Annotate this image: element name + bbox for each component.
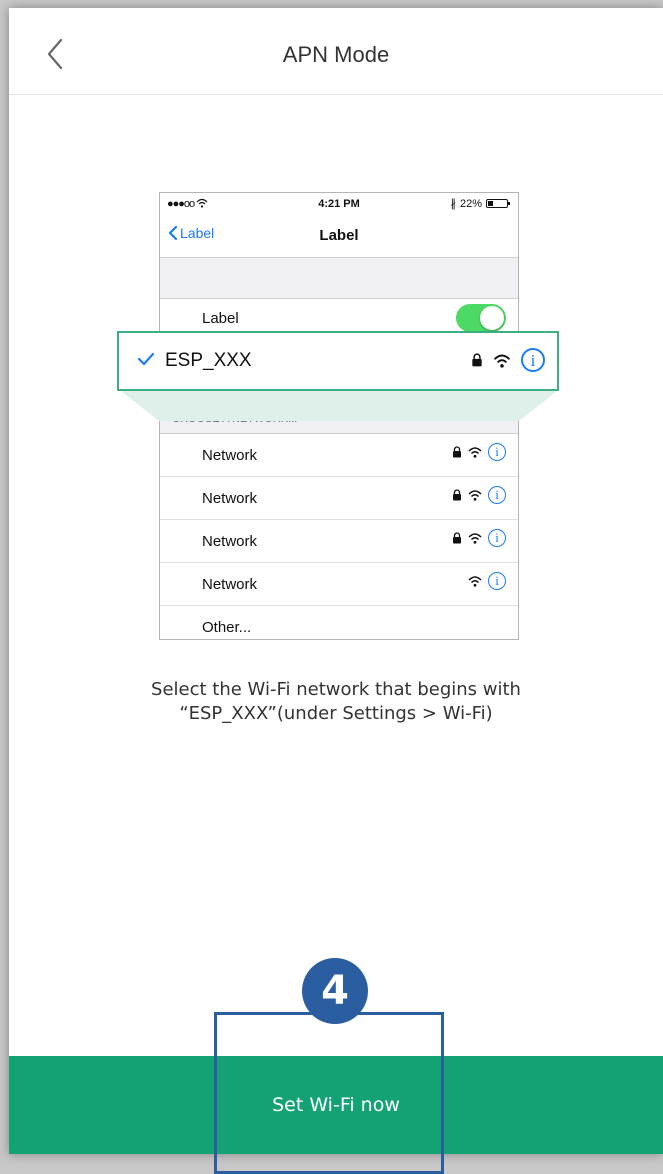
- network-row: Network i: [160, 520, 518, 563]
- wifi-icon: [468, 576, 482, 587]
- phone-status-bar: ●●●oo 4:21 PM ∦ 22%: [160, 193, 518, 215]
- toggle-label: Label: [202, 310, 239, 327]
- wifi-icon: [468, 533, 482, 544]
- bluetooth-icon: ∦: [450, 198, 456, 210]
- selected-network-row: ESP_XXX i: [117, 331, 559, 391]
- section-spacer: [160, 257, 518, 299]
- phone-nav-bar: Label Label: [160, 215, 518, 257]
- nav-bar: APN Mode: [9, 8, 663, 95]
- network-row: Network i: [160, 563, 518, 606]
- callout-step-badge: 4: [302, 958, 368, 1024]
- wifi-toggle: [456, 304, 506, 332]
- network-row: Network i: [160, 434, 518, 477]
- selected-network-name: ESP_XXX: [165, 350, 252, 371]
- phone-nav-title: Label: [319, 227, 359, 244]
- wifi-icon: [468, 447, 482, 458]
- info-icon: i: [488, 572, 506, 590]
- info-icon: i: [488, 486, 506, 504]
- lock-icon: [453, 446, 461, 458]
- page-title: APN Mode: [282, 42, 390, 67]
- info-icon: i: [521, 348, 545, 372]
- battery-icon: [486, 199, 510, 208]
- info-icon: i: [488, 529, 506, 547]
- other-network-row: Other...: [202, 619, 252, 636]
- set-wifi-now-button[interactable]: Set Wi-Fi now: [9, 1056, 663, 1154]
- network-row: Network i: [160, 477, 518, 520]
- lock-icon: [472, 353, 482, 367]
- battery-status: ∦ 22%: [450, 197, 510, 210]
- checkmark-icon: [137, 352, 155, 366]
- wifi-icon: [468, 490, 482, 501]
- set-wifi-now-label: Set Wi-Fi now: [272, 1094, 400, 1116]
- wifi-icon: [493, 354, 511, 368]
- info-icon: i: [488, 443, 506, 461]
- lock-icon: [453, 489, 461, 501]
- highlight-shadow: [121, 391, 557, 421]
- instruction-text: Select the Wi-Fi network that begins wit…: [151, 679, 521, 724]
- lock-icon: [453, 532, 461, 544]
